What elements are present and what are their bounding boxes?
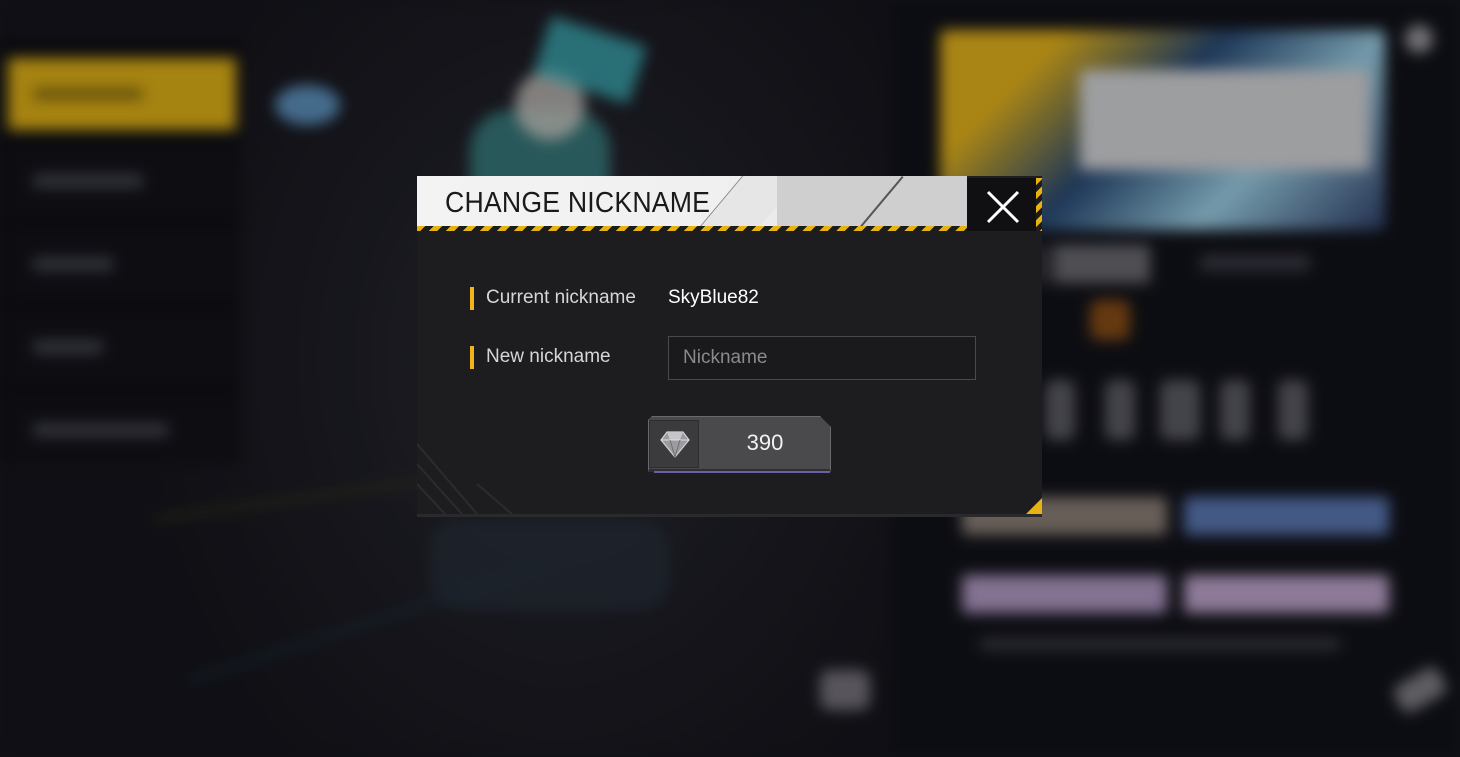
nickname-input[interactable] xyxy=(668,336,976,380)
corner-accent xyxy=(1026,498,1042,514)
row-marker xyxy=(470,346,474,369)
button-underline xyxy=(654,471,830,473)
hazard-stripe xyxy=(1036,178,1042,236)
price-amount: 390 xyxy=(746,430,784,455)
new-nickname-label: New nickname xyxy=(486,346,611,367)
close-button[interactable] xyxy=(967,176,1042,236)
row-marker xyxy=(470,287,474,310)
corner-decoration xyxy=(417,443,513,514)
header-bar: CHANGE NICKNAME xyxy=(417,176,967,226)
currency-box xyxy=(649,420,699,468)
confirm-price-button[interactable]: 390 xyxy=(648,416,831,473)
new-nickname-row: New nickname xyxy=(470,336,990,380)
dialog-title: CHANGE NICKNAME xyxy=(445,187,711,219)
current-nickname-label: Current nickname xyxy=(486,287,636,308)
dialog-header: CHANGE NICKNAME xyxy=(417,176,1042,236)
close-icon[interactable] xyxy=(982,186,1024,228)
change-nickname-dialog: CHANGE NICKNAME Current nickname SkyBlue… xyxy=(417,176,1042,517)
diamond-icon xyxy=(660,431,690,458)
current-nickname-value: SkyBlue82 xyxy=(668,287,759,308)
dialog-body: Current nickname SkyBlue82 New nickname … xyxy=(417,231,1042,517)
current-nickname-row: Current nickname SkyBlue82 xyxy=(470,277,990,321)
